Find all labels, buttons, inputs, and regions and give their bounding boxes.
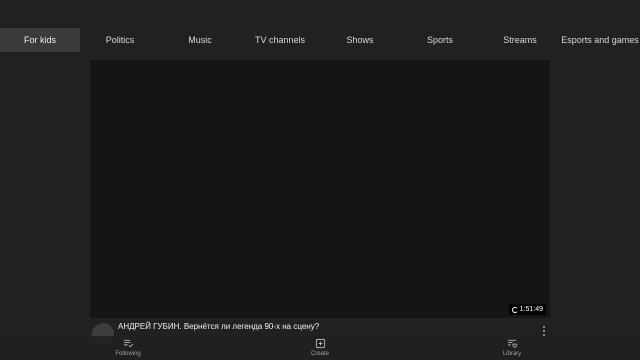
dot-icon: [543, 326, 545, 328]
tab-politics[interactable]: Politics: [80, 28, 160, 52]
nav-create[interactable]: Create: [290, 338, 350, 360]
tab-for-kids[interactable]: For kids: [0, 28, 80, 52]
create-plus-icon: [315, 338, 325, 349]
nav-following-label: Following: [115, 351, 141, 357]
dot-icon: [543, 330, 545, 332]
tab-music[interactable]: Music: [160, 28, 240, 52]
nav-library[interactable]: Library: [482, 338, 542, 360]
following-list-icon: [123, 339, 133, 348]
nav-create-label: Create: [310, 351, 329, 357]
video-title[interactable]: АНДРЕЙ ГУБИН. Вернётся ли легенда 90-х н…: [118, 322, 319, 331]
duration-badge: 1:51:49: [508, 304, 546, 315]
nav-following[interactable]: Following: [98, 338, 158, 360]
duration-text: 1:51:49: [519, 306, 543, 313]
bottom-navigation: Following Create Library: [0, 336, 640, 360]
app-root: For kids Politics Music TV channels Show…: [0, 0, 640, 360]
more-options-button[interactable]: [540, 326, 548, 336]
tab-sports[interactable]: Sports: [400, 28, 480, 52]
tab-esports-and-games[interactable]: Esports and games: [560, 28, 640, 52]
tab-tv-channels[interactable]: TV channels: [240, 28, 320, 52]
tab-streams[interactable]: Streams: [480, 28, 560, 52]
video-thumbnail[interactable]: 1:51:49: [90, 60, 550, 318]
library-heart-icon: [507, 339, 517, 349]
loading-icon: [511, 306, 518, 313]
category-tabs: For kids Politics Music TV channels Show…: [0, 28, 640, 52]
tab-shows[interactable]: Shows: [320, 28, 400, 52]
nav-library-label: Library: [502, 351, 522, 357]
